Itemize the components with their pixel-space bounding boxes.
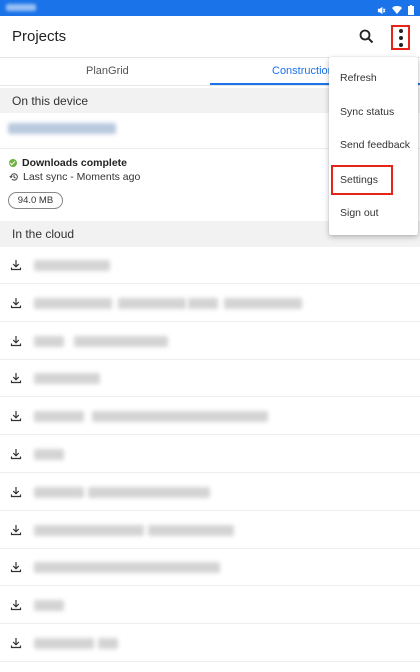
tab-construction[interactable]: Construction bbox=[272, 65, 334, 77]
more-options-button[interactable] bbox=[391, 25, 410, 50]
download-icon[interactable] bbox=[10, 486, 22, 498]
status-bar bbox=[0, 0, 420, 16]
cloud-project-row[interactable] bbox=[0, 247, 420, 284]
project-name-redacted bbox=[98, 638, 118, 649]
check-circle-icon bbox=[9, 159, 17, 167]
history-icon bbox=[9, 173, 18, 181]
download-icon[interactable] bbox=[10, 335, 22, 347]
project-name-redacted bbox=[34, 411, 84, 423]
project-name-redacted bbox=[88, 486, 210, 498]
more-vertical-icon bbox=[398, 28, 403, 33]
cloud-project-row[interactable] bbox=[0, 511, 420, 549]
menu-item-send-feedback[interactable]: Send feedback bbox=[329, 130, 418, 160]
project-name-redacted bbox=[188, 297, 218, 309]
menu-item-sign-out[interactable]: Sign out bbox=[329, 198, 418, 228]
app-bar: Projects bbox=[0, 16, 420, 58]
search-button[interactable] bbox=[357, 27, 377, 47]
project-name-redacted bbox=[34, 562, 220, 574]
download-icon[interactable] bbox=[10, 259, 22, 271]
project-name-redacted bbox=[34, 524, 144, 536]
project-name-redacted bbox=[224, 297, 302, 309]
project-name-redacted bbox=[74, 335, 168, 347]
project-name-redacted bbox=[34, 449, 64, 460]
download-status: Downloads complete bbox=[9, 157, 127, 169]
cloud-project-row[interactable] bbox=[0, 436, 420, 473]
overflow-menu: Refresh Sync status Send feedback Settin… bbox=[329, 57, 418, 235]
menu-item-refresh[interactable]: Refresh bbox=[329, 63, 418, 93]
cloud-project-row[interactable] bbox=[0, 322, 420, 360]
cloud-project-row[interactable] bbox=[0, 360, 420, 398]
project-name-redacted bbox=[34, 638, 94, 649]
tab-plangrid[interactable]: PlanGrid bbox=[86, 65, 129, 77]
cloud-project-row[interactable] bbox=[0, 549, 420, 587]
project-name-redacted bbox=[34, 600, 64, 612]
download-icon[interactable] bbox=[10, 448, 22, 460]
download-icon[interactable] bbox=[10, 372, 22, 384]
cloud-project-row[interactable] bbox=[0, 473, 420, 511]
cloud-project-row[interactable] bbox=[0, 587, 420, 625]
status-bar-left-blur bbox=[6, 4, 36, 11]
project-name-redacted bbox=[92, 411, 268, 423]
last-sync: Last sync - Moments ago bbox=[9, 171, 140, 183]
download-icon[interactable] bbox=[10, 637, 22, 649]
project-name-redacted bbox=[34, 297, 112, 309]
download-icon[interactable] bbox=[10, 297, 22, 309]
project-name-redacted bbox=[34, 335, 64, 347]
storage-size-badge: 94.0 MB bbox=[8, 192, 63, 209]
project-name-redacted bbox=[34, 486, 84, 498]
download-icon[interactable] bbox=[10, 561, 22, 573]
cloud-project-row[interactable] bbox=[0, 284, 420, 322]
project-name-redacted bbox=[8, 123, 116, 134]
download-icon[interactable] bbox=[10, 410, 22, 422]
menu-item-settings[interactable]: Settings bbox=[331, 165, 393, 195]
download-icon[interactable] bbox=[10, 524, 22, 536]
cloud-project-row[interactable] bbox=[0, 625, 420, 662]
menu-item-sync-status[interactable]: Sync status bbox=[329, 97, 418, 127]
search-icon bbox=[359, 29, 374, 44]
last-sync-label: Last sync - Moments ago bbox=[23, 171, 141, 183]
project-name-redacted bbox=[34, 373, 100, 385]
download-status-label: Downloads complete bbox=[22, 157, 128, 169]
download-icon[interactable] bbox=[10, 599, 22, 611]
project-name-redacted bbox=[118, 297, 186, 309]
cloud-project-row[interactable] bbox=[0, 398, 420, 436]
project-name-redacted bbox=[34, 260, 110, 271]
page-title: Projects bbox=[12, 28, 67, 45]
project-name-redacted bbox=[148, 524, 234, 536]
